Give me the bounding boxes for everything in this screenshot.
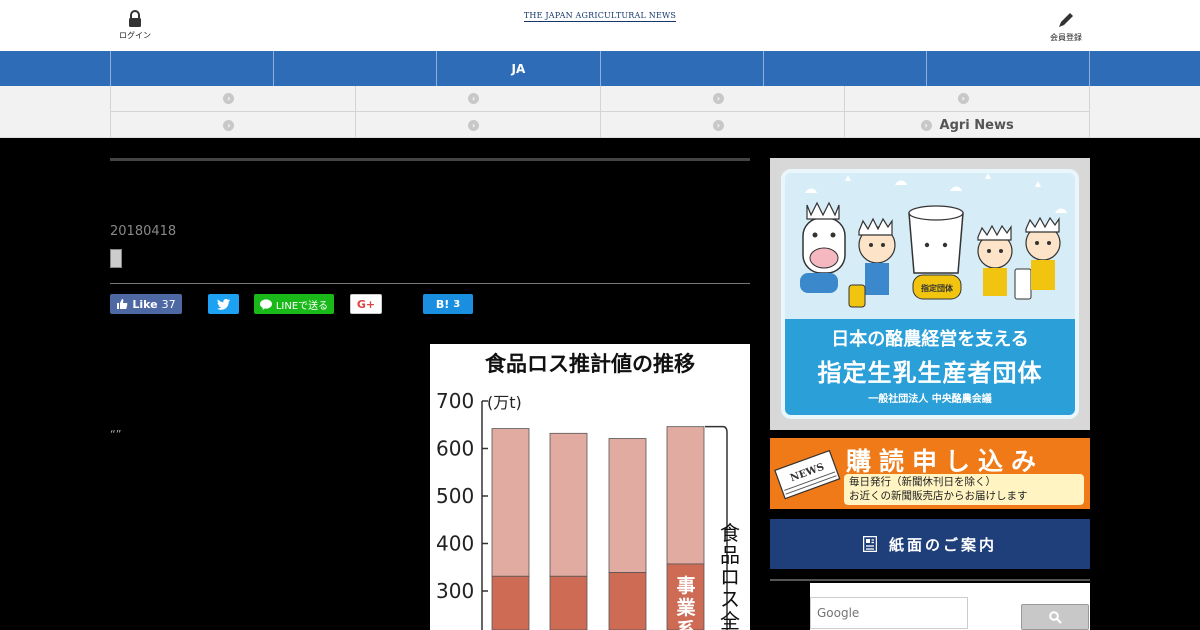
nav-item-5[interactable] bbox=[764, 51, 927, 86]
y-tick-label: 400 bbox=[436, 532, 474, 556]
subscribe-line2: お近くの新聞販売店からお届けします bbox=[849, 490, 1028, 502]
nav-item-4[interactable] bbox=[601, 51, 764, 86]
subscribe-line1: 毎日発行（新聞休刊日を除く） bbox=[849, 476, 996, 488]
category-tag bbox=[110, 249, 122, 268]
search-icon bbox=[1048, 610, 1062, 624]
chevron-right-icon: › bbox=[468, 93, 480, 104]
dairy-banner-band: 日本の酪農経営を支える 指定生乳生産者団体 一般社団法人 中央酪農会議 bbox=[785, 319, 1075, 415]
login-label: ログイン bbox=[119, 31, 151, 40]
chart-svg: 食品ロス推計値の推移(万t)300400500600700食品ロス全体事業系 bbox=[436, 352, 740, 630]
subscribe-banner[interactable]: NEWS 購読申し込み 毎日発行（新聞休刊日を除く） お近くの新聞販売店からお届… bbox=[770, 438, 1090, 509]
search-button[interactable] bbox=[1021, 604, 1089, 630]
bar-lower bbox=[491, 575, 530, 630]
dairy-banner-inner: 指定団体 日本の酪農経営を支える 指定生乳生産者団体 一般社団法人 中央酪農会議 bbox=[781, 169, 1079, 419]
site-logo[interactable]: THE JAPAN AGRICULTURAL NEWS 日本農業新聞 bbox=[500, 3, 1022, 193]
subnav-item[interactable]: › bbox=[601, 86, 846, 111]
newspaper-icon: NEWS bbox=[774, 449, 841, 500]
site-search bbox=[810, 583, 1090, 630]
bar-upper bbox=[491, 428, 530, 577]
register-label: 会員登録 bbox=[1050, 33, 1082, 42]
title-rule bbox=[110, 158, 750, 161]
nav-item-2[interactable] bbox=[274, 51, 438, 86]
y-tick-label: 600 bbox=[436, 437, 474, 461]
chevron-right-icon: › bbox=[712, 119, 724, 131]
subnav-item[interactable]: › bbox=[601, 112, 846, 138]
chevron-right-icon: › bbox=[957, 93, 969, 104]
logo-subtitle: THE JAPAN AGRICULTURAL NEWS bbox=[523, 11, 677, 22]
y-tick-label: 500 bbox=[436, 484, 474, 508]
hatena-bookmark-button[interactable]: B! 3 bbox=[423, 294, 473, 314]
main-nav: JA bbox=[0, 51, 1200, 86]
subscribe-box: 毎日発行（新聞休刊日を除く） お近くの新聞販売店からお届けします bbox=[844, 474, 1084, 505]
annotation-char: ロ bbox=[720, 565, 740, 589]
nav-item-ja[interactable]: JA bbox=[437, 51, 601, 86]
annotation-char: 食 bbox=[720, 521, 740, 545]
bar-lower bbox=[549, 575, 588, 630]
article: 20180418 Like 37 LINEで送る G+ B! 3 “” bbox=[110, 158, 750, 441]
dairy-banner-line3: 一般社団法人 中央酪農会議 bbox=[868, 394, 992, 405]
line-share-button[interactable]: LINEで送る bbox=[254, 294, 334, 314]
twitter-icon bbox=[217, 298, 230, 310]
dairy-illustration: 指定団体 bbox=[800, 173, 1067, 308]
chevron-right-icon: › bbox=[468, 119, 480, 131]
chevron-right-icon: › bbox=[920, 119, 932, 131]
annotation-char: 全 bbox=[720, 609, 740, 630]
chevron-right-icon: › bbox=[712, 93, 724, 104]
subnav-item[interactable]: › bbox=[111, 86, 356, 111]
food-loss-chart: 食品ロス推計値の推移(万t)300400500600700食品ロス全体事業系 bbox=[430, 344, 750, 630]
dairy-banner-ad[interactable]: 指定団体 日本の酪農経営を支える 指定生乳生産者団体 一般社団法人 中央酪農会議 bbox=[770, 158, 1090, 430]
y-tick-label: 300 bbox=[436, 579, 474, 603]
twitter-button[interactable] bbox=[208, 294, 239, 314]
subnav-item[interactable]: › bbox=[356, 112, 601, 138]
register-button[interactable]: 会員登録 bbox=[1046, 10, 1086, 43]
subnav-item-agri-news[interactable]: › Agri News bbox=[845, 112, 1090, 138]
pen-icon bbox=[1059, 13, 1073, 27]
series-label-char: 事 bbox=[676, 574, 695, 597]
bar-lower bbox=[608, 572, 647, 630]
site-header: ログイン THE JAPAN AGRICULTURAL NEWS 日本農業新聞 … bbox=[0, 0, 1200, 193]
subnav-item[interactable]: › bbox=[111, 112, 356, 138]
subscribe-title: 購読申し込み bbox=[846, 447, 1045, 476]
bar-upper bbox=[666, 426, 705, 565]
annotation-char: ス bbox=[720, 587, 740, 611]
subnav-item[interactable]: › bbox=[845, 86, 1090, 111]
google-plus-button[interactable]: G+ bbox=[350, 294, 382, 314]
sidebar-divider bbox=[770, 579, 1090, 581]
paper-guide-button[interactable]: 紙面のご案内 bbox=[770, 519, 1090, 569]
series-label-char: 系 bbox=[676, 619, 695, 630]
search-input[interactable] bbox=[810, 597, 968, 629]
series-label-char: 業 bbox=[675, 596, 696, 619]
document-icon bbox=[862, 536, 877, 552]
dairy-banner-line1: 日本の酪農経営を支える bbox=[831, 329, 1029, 350]
facebook-like-button[interactable]: Like 37 bbox=[110, 294, 182, 314]
chart-title: 食品ロス推計値の推移 bbox=[485, 352, 695, 376]
subnav-item[interactable]: › bbox=[356, 86, 601, 111]
paper-guide-label: 紙面のご案内 bbox=[888, 535, 997, 554]
badge-text: 指定団体 bbox=[921, 283, 954, 293]
thumbs-up-icon bbox=[117, 299, 128, 309]
chevron-right-icon: › bbox=[223, 93, 235, 104]
bar-upper bbox=[549, 432, 588, 577]
line-icon bbox=[259, 298, 272, 310]
lock-icon bbox=[129, 10, 141, 27]
bar-upper bbox=[608, 438, 647, 573]
nav-item-6[interactable] bbox=[927, 51, 1091, 86]
chart-ylabel: (万t) bbox=[487, 393, 522, 412]
chevron-right-icon: › bbox=[223, 119, 235, 131]
login-button[interactable]: ログイン bbox=[118, 10, 152, 41]
article-quote: “” bbox=[110, 428, 122, 441]
nav-item-1[interactable] bbox=[111, 51, 275, 86]
sub-nav: › › › › › › › › Agri News bbox=[0, 86, 1200, 138]
y-tick-label: 700 bbox=[436, 389, 474, 413]
annotation-char: 品 bbox=[720, 543, 740, 567]
share-bar: Like 37 LINEで送る G+ B! 3 bbox=[110, 294, 750, 314]
dairy-banner-line2: 指定生乳生産者団体 bbox=[817, 359, 1043, 387]
article-date: 20180418 bbox=[110, 224, 177, 239]
divider bbox=[110, 283, 750, 284]
cow-illustration bbox=[800, 201, 846, 293]
